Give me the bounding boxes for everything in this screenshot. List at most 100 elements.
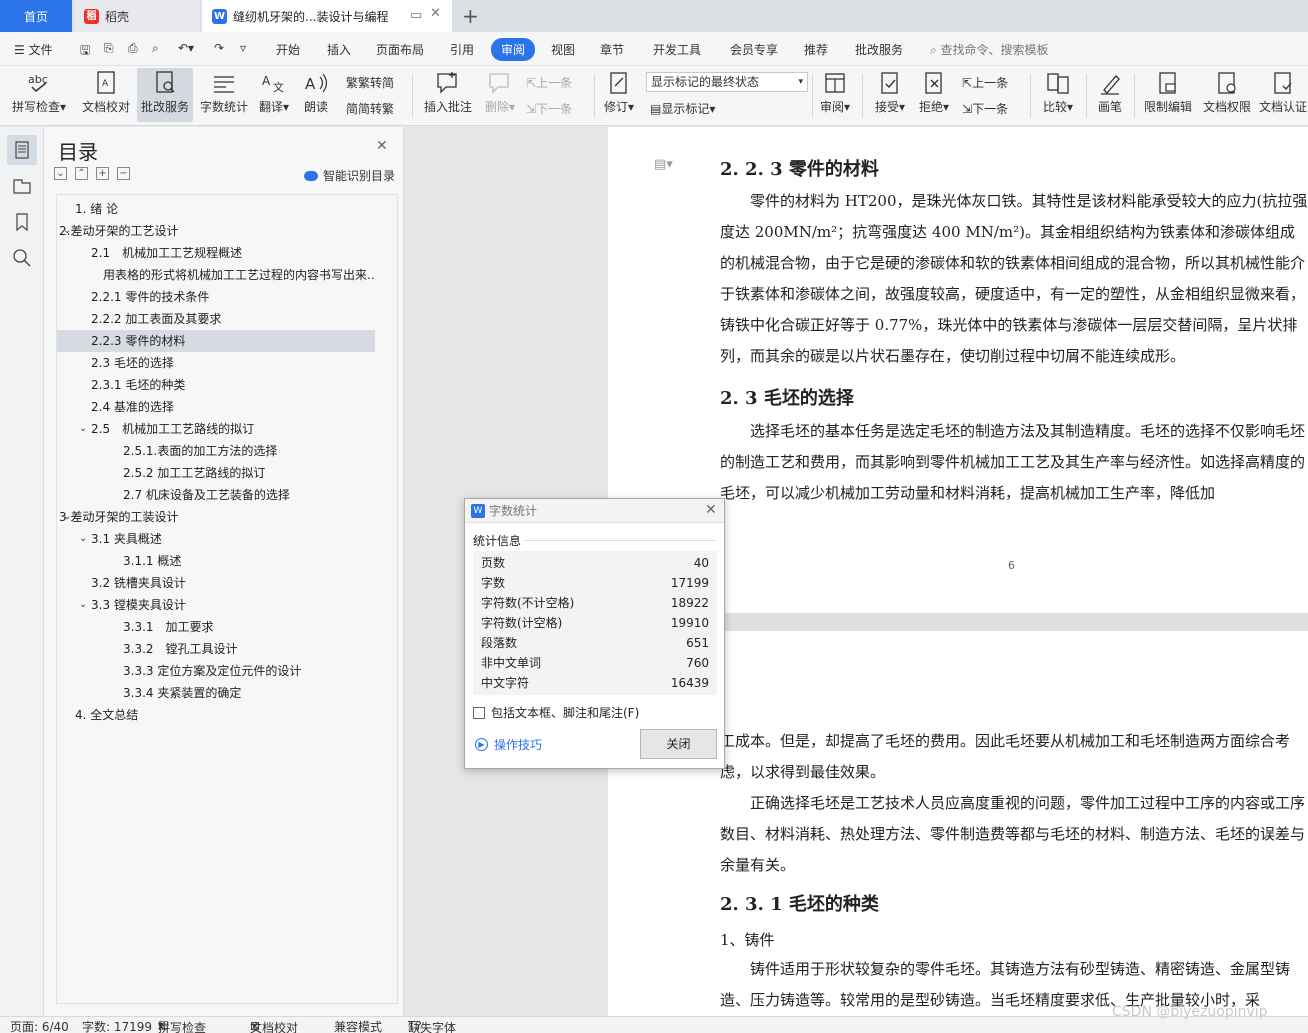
toc-item[interactable]: 2.3.1 毛坯的种类	[57, 374, 375, 396]
tab-daoke[interactable]: 稻稻壳	[74, 0, 200, 32]
save-icon[interactable]: 🖫	[80, 41, 90, 62]
pen-button[interactable]: 画笔	[1092, 68, 1128, 122]
smart-toc-button[interactable]: 智能识别目录	[304, 167, 395, 184]
search-icon[interactable]	[11, 247, 33, 269]
close-icon[interactable]: ✕	[376, 138, 388, 154]
chevron-down-icon[interactable]: ⌄	[63, 225, 71, 236]
next-icon: ⇲	[526, 101, 537, 116]
simp-to-trad-button[interactable]: 简 简转繁	[346, 100, 394, 117]
menu-insert[interactable]: 插入	[327, 41, 351, 58]
toc-item[interactable]: 2.5.1.表面的加工方法的选择	[57, 440, 375, 462]
bookmark-icon[interactable]	[11, 211, 33, 233]
new-tab-icon[interactable]: +	[462, 4, 479, 28]
doc-proof-button[interactable]: A 文档校对	[78, 68, 134, 122]
print-icon[interactable]: ⎙	[128, 41, 138, 56]
menu-reference[interactable]: 引用	[450, 41, 474, 58]
toc-item[interactable]: 3 差动牙架的工装设计	[57, 506, 375, 528]
toc-item[interactable]: 用表格的形式将机械加工工艺过程的内容书写出来...	[57, 264, 375, 286]
menu-grade-service[interactable]: 批改服务	[855, 41, 903, 58]
add-level-icon[interactable]: +	[96, 167, 109, 180]
include-textbox-checkbox[interactable]: 包括文本框、脚注和尾注(F)	[473, 704, 639, 721]
menu-view[interactable]: 视图	[551, 41, 575, 58]
doc-certify-button[interactable]: 文档认证	[1258, 68, 1308, 122]
toc-item[interactable]: 3.3.2 镗孔工具设计	[57, 638, 375, 660]
markup-state-select[interactable]: 显示标记的最终状态 ▾	[646, 72, 808, 92]
close-button[interactable]: 关闭	[640, 729, 717, 759]
word-count-indicator[interactable]: 字数: 17199	[82, 1018, 152, 1033]
command-search[interactable]: ⌕ 查找命令、搜索模板	[930, 41, 1049, 58]
toc-item[interactable]: 3.3 镗模夹具设计	[57, 594, 375, 616]
remove-level-icon[interactable]: −	[117, 167, 130, 180]
close-icon[interactable]: ✕	[705, 502, 717, 518]
paragraph: 正确选择毛坯是工艺技术人员应高度重视的问题，零件加工过程中工序的内容或工序数目、…	[720, 794, 1306, 874]
toc-item[interactable]: 3.3.4 夹紧装置的确定	[57, 682, 375, 704]
toc-item[interactable]: 2.5.2 加工工艺路线的拟订	[57, 462, 375, 484]
file-menu[interactable]: ☰ 文件	[14, 41, 53, 58]
word-count-button[interactable]: 字数统计	[198, 68, 250, 122]
toc-item[interactable]: 2.5 机械加工工艺路线的拟订	[57, 418, 375, 440]
toc-item[interactable]: 2.2.3 零件的材料	[57, 330, 375, 352]
menu-chapter[interactable]: 章节	[600, 41, 624, 58]
accept-button[interactable]: 接受▾	[870, 68, 910, 122]
toc-item[interactable]: 2.2.2 加工表面及其要求	[57, 308, 375, 330]
toc-item[interactable]: 2.3 毛坯的选择	[57, 352, 375, 374]
toc-item[interactable]: 3.3.3 定位方案及定位元件的设计	[57, 660, 375, 682]
translate-button[interactable]: A文 翻译▾	[256, 68, 292, 122]
toc-item[interactable]: 3.1.1 概述	[57, 550, 375, 572]
menu-layout[interactable]: 页面布局	[376, 41, 424, 58]
delete-comment-button[interactable]: 删除▾	[480, 68, 520, 122]
read-aloud-button[interactable]: A 朗读	[298, 68, 334, 122]
export-icon[interactable]: ⎘	[104, 41, 114, 56]
chevron-down-icon[interactable]: ⌄	[79, 423, 87, 434]
review-pane-button[interactable]: 审阅▾	[816, 68, 854, 122]
doc-rights-button[interactable]: 文档权限	[1199, 68, 1255, 122]
toc-item[interactable]: 4. 全文总结	[57, 704, 375, 726]
next-change-button[interactable]: ⇲ 下一条	[962, 100, 1008, 117]
toc-item[interactable]: 3.1 夹具概述	[57, 528, 375, 550]
quick-more-icon[interactable]: ▿	[240, 41, 246, 55]
prev-comment-button[interactable]: ⇱ 上一条	[526, 74, 572, 91]
toc-item[interactable]: 2.差动牙架的工艺设计	[57, 220, 375, 242]
insert-comment-button[interactable]: 插入批注	[420, 68, 476, 122]
toc-item[interactable]: 1. 绪 论	[57, 198, 375, 220]
next-comment-button[interactable]: ⇲ 下一条	[526, 100, 572, 117]
chevron-down-icon[interactable]: ⌄	[63, 511, 71, 522]
chevron-down-icon[interactable]: ⌄	[79, 533, 87, 544]
menu-start[interactable]: 开始	[276, 41, 300, 58]
collapse-all-icon[interactable]: ⌃	[75, 167, 88, 180]
trad-to-simp-button[interactable]: 繁 繁转简	[346, 74, 394, 91]
expand-all-icon[interactable]: ⌄	[54, 167, 67, 180]
toc-nav-icon[interactable]	[7, 135, 37, 165]
compare-button[interactable]: 比较▾	[1038, 68, 1078, 122]
restrict-edit-button[interactable]: 限制编辑	[1140, 68, 1196, 122]
undo-icon[interactable]: ↶▾	[178, 41, 194, 55]
toc-item[interactable]: 3.2 铣槽夹具设计	[57, 572, 375, 594]
chevron-down-icon[interactable]: ⌄	[79, 599, 87, 610]
menu-recommend[interactable]: 推荐	[804, 41, 828, 58]
toc-item[interactable]: 2.7 机床设备及工艺装备的选择	[57, 484, 375, 506]
dialog-titlebar[interactable]: W 字数统计	[465, 499, 724, 523]
reject-button[interactable]: 拒绝▾	[914, 68, 954, 122]
redo-icon[interactable]: ↷	[214, 41, 224, 55]
tab-pin-icon[interactable]: ▭	[410, 8, 422, 23]
preview-icon[interactable]: ⌕	[152, 41, 159, 56]
toc-item[interactable]: 2.2.1 零件的技术条件	[57, 286, 375, 308]
menu-review[interactable]: 审阅	[491, 38, 536, 61]
paragraph-icon[interactable]: ▤▾	[654, 157, 673, 172]
tips-link[interactable]: ▶ 操作技巧	[475, 736, 542, 753]
spell-check-status[interactable]: ☑ 拼写检查 ▾	[158, 1018, 206, 1033]
prev-change-button[interactable]: ⇱ 上一条	[962, 74, 1008, 91]
toc-item[interactable]: 2.4 基准的选择	[57, 396, 375, 418]
grade-service-button[interactable]: 批改服务	[137, 68, 193, 122]
page-indicator[interactable]: 页面: 6/40	[10, 1018, 69, 1033]
menu-member[interactable]: 会员专享	[730, 41, 778, 58]
menu-devtools[interactable]: 开发工具	[653, 41, 701, 58]
revise-button[interactable]: 修订▾	[600, 68, 638, 122]
toc-item[interactable]: 2.1 机械加工工艺规程概述	[57, 242, 375, 264]
tab-home[interactable]: 首页	[0, 0, 72, 32]
spell-check-button[interactable]: abc 拼写检查▾	[8, 68, 70, 122]
toc-item[interactable]: 3.3.1 加工要求	[57, 616, 375, 638]
show-markup-button[interactable]: ▤ 显示标记 ▾	[650, 100, 715, 117]
chapter-nav-icon[interactable]	[11, 175, 33, 197]
tab-close-icon[interactable]: ✕	[430, 6, 441, 21]
